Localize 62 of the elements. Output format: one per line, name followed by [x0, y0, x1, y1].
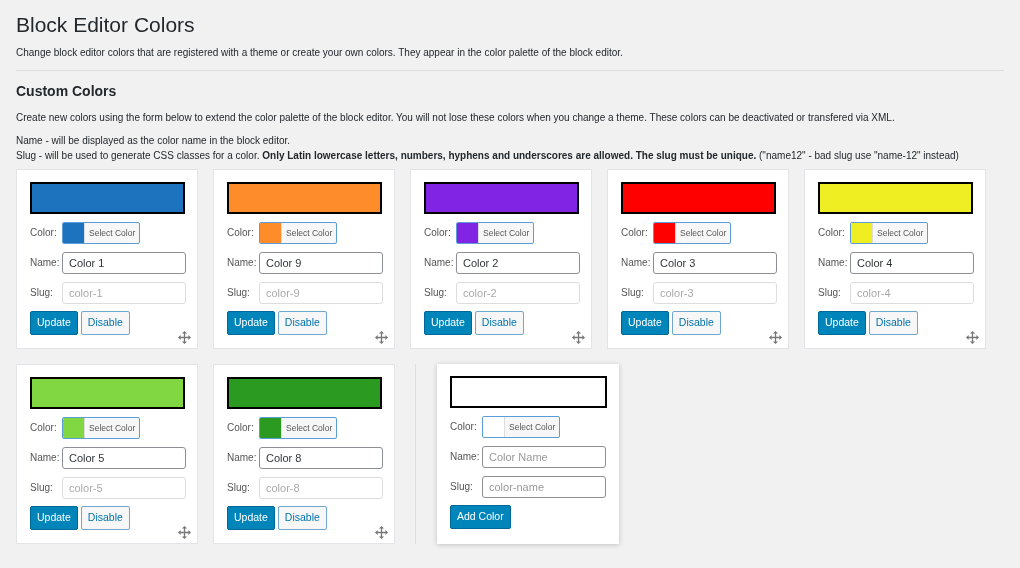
update-button[interactable]: Update — [621, 311, 669, 335]
update-button[interactable]: Update — [818, 311, 866, 335]
field-label: Color: — [30, 226, 58, 241]
field-label: Color: — [621, 226, 649, 241]
field-label: Name: — [30, 451, 58, 466]
field-label: Color: — [227, 421, 255, 436]
field-label: Color: — [818, 226, 846, 241]
disable-button[interactable]: Disable — [277, 311, 327, 335]
color-picker-button[interactable]: Select Color — [653, 222, 732, 244]
color-picker-button[interactable]: Select Color — [850, 222, 929, 244]
disable-button[interactable]: Disable — [671, 311, 721, 335]
field-label: Name: — [424, 256, 452, 271]
field-label: Color: — [227, 226, 255, 241]
name-field[interactable]: Color 2 — [456, 252, 580, 274]
name-field[interactable]: Color 4 — [850, 252, 974, 274]
color-picker-button[interactable]: Select Color — [456, 222, 535, 244]
update-button[interactable]: Update — [227, 311, 275, 335]
field-label: Slug: — [30, 286, 54, 301]
slug-field[interactable]: color-name — [482, 476, 606, 498]
field-label: Color: — [30, 421, 58, 436]
color-picker-button[interactable]: Select Color — [259, 417, 338, 439]
field-label: Slug: — [227, 286, 251, 301]
field-label: Slug: — [30, 481, 54, 496]
field-label: Slug: — [450, 480, 474, 495]
field-label: Name: — [30, 256, 58, 271]
field-label: Slug: — [424, 286, 448, 301]
help-text: Slug - will be used to generate CSS classes for a color. Only Latin lowercase letters, numbers, hyphens and underscores are allowed. The slug must be unique. ("name12" - bad slug use "name-12" instead) — [16, 149, 960, 163]
update-button[interactable]: Update — [227, 506, 275, 530]
update-button[interactable]: Update — [424, 311, 472, 335]
field-label: Slug: — [818, 286, 842, 301]
section-heading: Custom Colors — [16, 83, 118, 100]
field-label: Name: — [450, 450, 478, 465]
color-picker-button[interactable]: Select Color — [259, 222, 338, 244]
help-text: Name - will be displayed as the color name in the block editor. — [16, 134, 292, 148]
field-label: Name: — [621, 256, 649, 271]
disable-button[interactable]: Disable — [277, 506, 327, 530]
name-field[interactable]: Color 3 — [653, 252, 777, 274]
name-field[interactable]: Color 5 — [62, 447, 186, 469]
field-label: Name: — [818, 256, 846, 271]
disable-button[interactable]: Disable — [80, 506, 130, 530]
update-button[interactable]: Update — [30, 311, 78, 335]
field-label: Color: — [424, 226, 452, 241]
name-field[interactable]: Color 1 — [62, 252, 186, 274]
update-button[interactable]: Update — [30, 506, 78, 530]
field-label: Color: — [450, 420, 478, 435]
description-text: Create new colors using the form below to extend the color palette of the block editor. You will not lose these colors when you change a theme. These colors can be deactivated or transfered via XML. — [16, 111, 896, 125]
disable-button[interactable]: Disable — [868, 311, 918, 335]
name-field[interactable]: Color Name — [482, 446, 606, 468]
field-label: Slug: — [227, 481, 251, 496]
add-color-button[interactable]: Add Color — [450, 505, 511, 529]
color-picker-button[interactable]: Select Color — [482, 416, 561, 438]
name-field[interactable]: Color 9 — [259, 252, 383, 274]
page-title: Block Editor Colors — [16, 12, 196, 38]
field-label: Slug: — [621, 286, 645, 301]
color-picker-button[interactable]: Select Color — [62, 222, 141, 244]
field-label: Name: — [227, 256, 255, 271]
color-picker-button[interactable]: Select Color — [62, 417, 141, 439]
disable-button[interactable]: Disable — [474, 311, 524, 335]
field-label: Name: — [227, 451, 255, 466]
intro-text: Change block editor colors that are registered with a theme or create your own colors. They appear in the color palette of the block editor. — [16, 46, 624, 61]
name-field[interactable]: Color 8 — [259, 447, 383, 469]
disable-button[interactable]: Disable — [80, 311, 130, 335]
